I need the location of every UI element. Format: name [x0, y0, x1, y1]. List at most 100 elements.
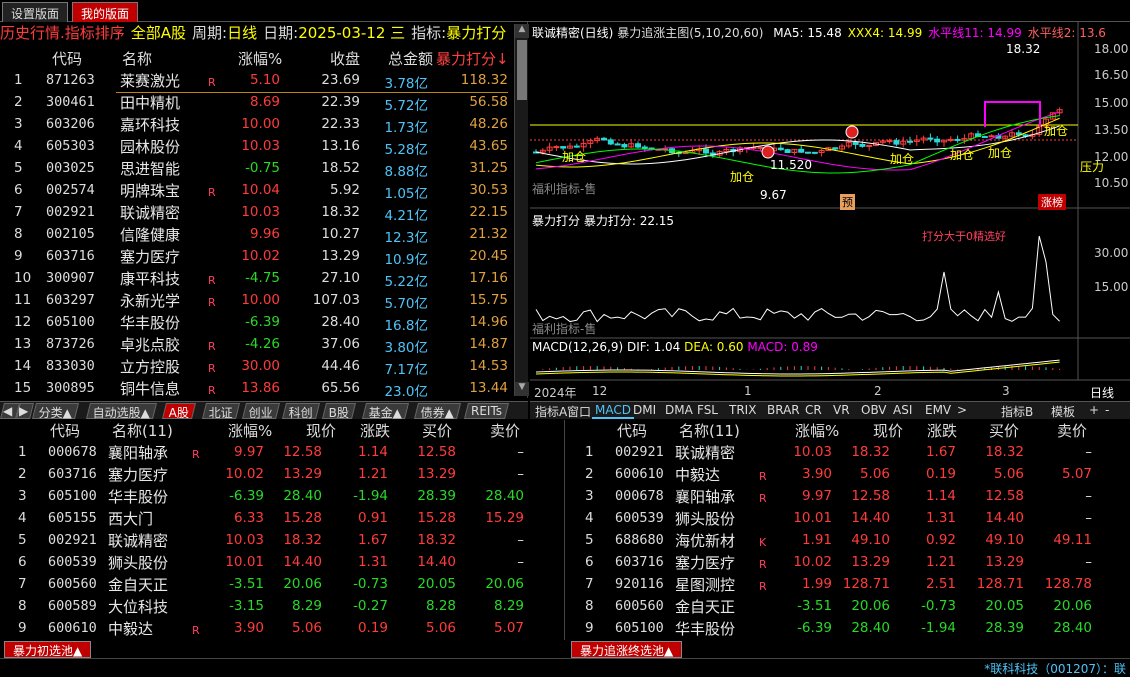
table-col-header[interactable]: 代码 — [617, 420, 647, 441]
table-col-header[interactable]: 名称(11) — [679, 420, 740, 441]
table-row[interactable]: 7 920116 星图测控 R 1.99 128.71 2.51 128.71 128.78 — [567, 574, 1130, 596]
indicator-tab[interactable]: + — [1086, 403, 1102, 417]
market-label[interactable]: 全部A股 — [131, 24, 186, 42]
list-row[interactable]: 1 871263 莱赛激光 R 5.10 23.69 3.78亿 118.32 — [0, 70, 512, 92]
watermark-main: 福利指标-售 — [532, 182, 597, 196]
list-row[interactable]: 3 603206 嘉环科技 10.00 22.33 1.73亿 48.26 — [0, 114, 512, 136]
indicator-tab[interactable]: DMA — [662, 403, 696, 417]
table-row[interactable]: 6 600539 狮头股份 10.01 14.40 1.31 14.40 – — [0, 552, 564, 574]
col-header-change[interactable]: 涨幅% — [238, 48, 282, 69]
list-row[interactable]: 8 002105 信隆健康 9.96 10.27 12.3亿 21.32 — [0, 224, 512, 246]
indicator-tab[interactable]: OBV — [858, 403, 890, 417]
col-header-score[interactable]: 暴力打分↓ — [436, 48, 509, 69]
table-row[interactable]: 5 688680 海优新材 K 1.91 49.10 0.92 49.10 49.11 — [567, 530, 1130, 552]
list-row[interactable]: 2 300461 田中精机 8.69 22.39 5.72亿 56.58 — [0, 92, 512, 114]
indicator-tab[interactable]: VR — [830, 403, 853, 417]
stock-code: 603206 — [46, 116, 95, 132]
indicator-tab[interactable]: BRAR — [764, 403, 803, 417]
kline-chart-panel[interactable]: 联诚精密(日线) 暴力追涨主图(5,10,20,60) MA5: 15.48 XX… — [530, 22, 1130, 400]
period-value[interactable]: 日线 — [227, 24, 257, 42]
tab-my-layout[interactable]: 我的版面 — [72, 2, 139, 22]
table-col-header[interactable]: 现价 — [873, 420, 903, 441]
indicator-tab[interactable]: MACD — [592, 403, 634, 419]
cat-tab-reits[interactable]: REITs — [464, 403, 510, 419]
list-row[interactable]: 5 003025 思进智能 -0.75 18.52 8.88亿 31.25 — [0, 158, 512, 180]
col-header-code[interactable]: 代码 — [52, 48, 82, 69]
table-row[interactable]: 5 002921 联诚精密 10.03 18.32 1.67 18.32 – — [0, 530, 564, 552]
indicator-tab[interactable]: DMI — [630, 403, 659, 417]
indicator-value[interactable]: 暴力打分 — [446, 24, 506, 42]
cat-tab-a-shares[interactable]: A股 — [162, 403, 197, 420]
col-header-amount[interactable]: 总金额 — [388, 48, 433, 69]
cat-tab-funds[interactable]: 基金▲ — [362, 403, 410, 420]
cat-tab-auto-select[interactable]: 自动选股▲ — [86, 403, 158, 420]
table-col-header[interactable]: 卖价 — [1057, 420, 1087, 441]
list-row[interactable]: 13 873726 卓兆点胶 R -4.26 37.06 3.80亿 14.87 — [0, 334, 512, 356]
table-row[interactable]: 3 605100 华丰股份 -6.39 28.40 -1.94 28.39 28.40 — [0, 486, 564, 508]
total-amount: 3.80亿 — [384, 340, 428, 356]
indicator-tab[interactable]: 窗口 — [564, 403, 594, 420]
indicator-tab[interactable]: - — [1102, 403, 1112, 417]
list-scrollbar[interactable]: ▲ ▼ — [514, 24, 529, 396]
list-row[interactable]: 7 002921 联诚精密 10.03 18.32 4.21亿 22.15 — [0, 202, 512, 224]
table-col-header[interactable]: 卖价 — [490, 420, 520, 441]
tab-layout-settings[interactable]: 设置版面 — [2, 2, 69, 22]
scroll-thumb[interactable] — [517, 40, 527, 100]
final-pool-button[interactable]: 暴力追涨终选池▲ — [571, 641, 683, 658]
next-arrow-icon[interactable]: ▶ — [16, 403, 34, 419]
indicator-tab[interactable]: > — [954, 403, 970, 417]
indicator-tab[interactable]: ASI — [890, 403, 915, 417]
table-row[interactable]: 8 600589 大位科技 -3.15 8.29 -0.27 8.28 8.29 — [0, 596, 564, 618]
indicator-tab[interactable]: EMV — [922, 403, 954, 417]
cat-tab-chinext[interactable]: 创业 — [242, 403, 281, 420]
scroll-up-icon[interactable]: ▲ — [515, 24, 529, 38]
list-row[interactable]: 12 605100 华丰股份 -6.39 28.40 16.8亿 14.96 — [0, 312, 512, 334]
period-button[interactable]: 日线 — [1090, 384, 1114, 401]
list-row[interactable]: 4 605303 园林股份 10.03 13.16 5.28亿 43.65 — [0, 136, 512, 158]
table-row[interactable]: 8 600560 金自天正 -3.51 20.06 -0.73 20.05 20.06 — [567, 596, 1130, 618]
cat-tab-b-shares[interactable]: B股 — [322, 403, 357, 420]
table-row[interactable]: 3 000678 襄阳轴承 R 9.97 12.58 1.14 12.58 – — [567, 486, 1130, 508]
list-row[interactable]: 11 603297 永新光学 R 10.00 107.03 5.70亿 15.75 — [0, 290, 512, 312]
table-row[interactable]: 4 605155 西大门 6.33 15.28 0.91 15.28 15.29 — [0, 508, 564, 530]
list-row[interactable]: 10 300907 康平科技 R -4.75 27.10 5.22亿 17.16 — [0, 268, 512, 290]
table-col-header[interactable]: 名称(11) — [112, 420, 173, 441]
table-col-header[interactable]: 涨跌 — [360, 420, 390, 441]
table-col-header[interactable]: 涨幅% — [795, 420, 839, 441]
scroll-down-icon[interactable]: ▼ — [515, 382, 529, 396]
cell-chg: -3.15 — [229, 598, 264, 614]
cat-tab-classify[interactable]: 分类▲ — [32, 403, 80, 420]
table-row[interactable]: 7 600560 金自天正 -3.51 20.06 -0.73 20.05 20.06 — [0, 574, 564, 596]
cell-ask: – — [517, 444, 524, 460]
list-row[interactable]: 9 603716 塞力医疗 10.02 13.29 10.9亿 20.45 — [0, 246, 512, 268]
cat-tab-bse[interactable]: 北证 — [202, 403, 241, 420]
table-col-header[interactable]: 买价 — [422, 420, 452, 441]
indicator-tab[interactable]: FSL — [694, 403, 721, 417]
table-col-header[interactable]: 涨跌 — [927, 420, 957, 441]
list-row[interactable]: 6 002574 明牌珠宝 R 10.04 5.92 1.05亿 30.53 — [0, 180, 512, 202]
primary-pool-button[interactable]: 暴力初选池▲ — [4, 641, 92, 658]
indicator-tab[interactable]: 指标B — [998, 403, 1036, 420]
col-header-name[interactable]: 名称 — [122, 48, 152, 69]
table-col-header[interactable]: 现价 — [306, 420, 336, 441]
cat-tab-star[interactable]: 科创 — [282, 403, 321, 420]
indicator-tab[interactable]: CR — [802, 403, 825, 417]
table-row[interactable]: 1 000678 襄阳轴承 R 9.97 12.58 1.14 12.58 – — [0, 442, 564, 464]
date-value[interactable]: 2025-03-12 三 — [298, 24, 405, 42]
col-header-close[interactable]: 收盘 — [330, 48, 360, 69]
table-row[interactable]: 2 603716 塞力医疗 10.02 13.29 1.21 13.29 – — [0, 464, 564, 486]
indicator-tab[interactable]: TRIX — [726, 403, 759, 417]
table-row[interactable]: 2 600610 中毅达 R 3.90 5.06 0.19 5.06 5.07 — [567, 464, 1130, 486]
list-row[interactable]: 14 833030 立方控股 R 30.00 44.46 7.17亿 14.53 — [0, 356, 512, 378]
table-row[interactable]: 9 600610 中毅达 R 3.90 5.06 0.19 5.06 5.07 — [0, 618, 564, 640]
table-row[interactable]: 9 605100 华丰股份 -6.39 28.40 -1.94 28.39 28.40 — [567, 618, 1130, 640]
list-row[interactable]: 15 300895 铜牛信息 R 13.86 65.56 23.0亿 13.44 — [0, 378, 512, 400]
table-col-header[interactable]: 涨幅% — [228, 420, 272, 441]
table-col-header[interactable]: 代码 — [50, 420, 80, 441]
table-col-header[interactable]: 买价 — [989, 420, 1019, 441]
indicator-tab[interactable]: 模板 — [1048, 403, 1078, 420]
table-row[interactable]: 6 603716 塞力医疗 R 10.02 13.29 1.21 13.29 – — [567, 552, 1130, 574]
table-row[interactable]: 1 002921 联诚精密 10.03 18.32 1.67 18.32 – — [567, 442, 1130, 464]
cat-tab-bonds[interactable]: 债券▲ — [414, 403, 462, 420]
table-row[interactable]: 4 600539 狮头股份 10.01 14.40 1.31 14.40 – — [567, 508, 1130, 530]
